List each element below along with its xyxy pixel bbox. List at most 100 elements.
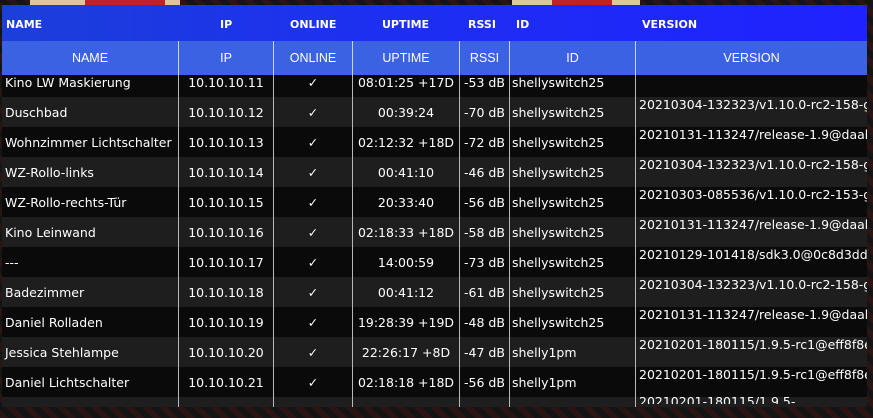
sticky-header-id[interactable]: ID	[516, 18, 529, 31]
column-header-rssi[interactable]: RSSI	[460, 41, 510, 75]
cell-ip: 10.10.10.21	[179, 367, 274, 397]
cell-online-check: ✓	[274, 97, 353, 127]
cell-name	[2, 397, 179, 407]
cell-id: shellyswitch25	[510, 127, 636, 157]
cell-uptime: 20:33:40	[353, 187, 460, 217]
cell-uptime: 02:18:33 +18D	[353, 217, 460, 247]
cell-id: shelly1pm	[510, 337, 636, 367]
table-row[interactable]: Duschbad 10.10.10.12 ✓ 00:39:24 -70 dB s…	[2, 97, 867, 127]
cell-rssi: -56 dB	[460, 367, 510, 397]
cell-name: Jessica Stehlampe	[2, 337, 179, 367]
cell-name: Badezimmer	[2, 277, 179, 307]
cell-id: shellyswitch25	[510, 187, 636, 217]
device-table-panel: NAME IP ONLINE UPTIME RSSI ID VERSION NA…	[2, 5, 867, 407]
column-header-version[interactable]: VERSION	[636, 41, 867, 75]
cell-uptime: 02:12:32 +18D	[353, 127, 460, 157]
cell-version: 20210304-132323/v1.10.0-rc2-158-ge6f2319…	[639, 97, 867, 112]
cell-rssi: -70 dB	[460, 97, 510, 127]
cell-online-check: ✓	[274, 367, 353, 397]
column-header-name[interactable]: NAME	[2, 41, 179, 75]
cell-version: 20210303-085536/v1.10.0-rc2-153-gd87589b…	[639, 187, 867, 202]
cell-ip: 10.10.10.17	[179, 247, 274, 277]
cell-name: Duschbad	[2, 97, 179, 127]
sticky-header-name[interactable]: NAME	[6, 18, 42, 31]
cell-id: shelly1pm	[510, 367, 636, 397]
cell-uptime: 00:41:10	[353, 157, 460, 187]
cell-uptime: 00:39:24	[353, 97, 460, 127]
cell-version: 20210129-101418/sdk3.0@0c8d3ddf+	[639, 247, 867, 262]
cell-rssi: -56 dB	[460, 187, 510, 217]
cell-ip: 10.10.10.18	[179, 277, 274, 307]
cell-id	[510, 397, 636, 407]
cell-uptime: 02:18:18 +18D	[353, 367, 460, 397]
cell-name: Daniel Rolladen	[2, 307, 179, 337]
cell-version: 20210201-180115/1.9.5-	[639, 394, 796, 404]
cell-online-check: ✓	[274, 247, 353, 277]
cell-name: WZ-Rollo-links	[2, 157, 179, 187]
cell-online-check: ✓	[274, 187, 353, 217]
table-row[interactable]: Wohnzimmer Lichtschalter 10.10.10.13 ✓ 0…	[2, 127, 867, 157]
cell-online-check: ✓	[274, 307, 353, 337]
column-header-ip[interactable]: IP	[179, 41, 274, 75]
table-row[interactable]: Daniel Rolladen 10.10.10.19 ✓ 19:28:39 +…	[2, 307, 867, 337]
sticky-header-rssi[interactable]: RSSI	[468, 18, 496, 31]
table-row[interactable]: Kino Leinwand 10.10.10.16 ✓ 02:18:33 +18…	[2, 217, 867, 247]
cell-id: shellyswitch25	[510, 247, 636, 277]
cell-ip: 10.10.10.16	[179, 217, 274, 247]
cell-ip: 10.10.10.12	[179, 97, 274, 127]
cell-version: 20210304-132323/v1.10.0-rc2-158-ge6f2319…	[639, 157, 867, 172]
cell-version: 20210201-180115/1.9.5-rc1@eff8f8e8	[639, 337, 867, 352]
cell-name: ---	[2, 247, 179, 277]
cell-name: WZ-Rollo-rechts-Tür	[2, 187, 179, 217]
sticky-header-online[interactable]: ONLINE	[290, 18, 336, 31]
cell-online-check: ✓	[274, 337, 353, 367]
cell-ip: 10.10.10.20	[179, 337, 274, 367]
cell-rssi: -47 dB	[460, 337, 510, 367]
cell-uptime: 22:26:17 +8D	[353, 337, 460, 367]
cell-online-check: ✓	[274, 127, 353, 157]
cell-ip	[179, 397, 274, 407]
cell-version: 20210131-113247/release-1.9@daab228d+	[639, 127, 867, 142]
cell-rssi: -73 dB	[460, 247, 510, 277]
cell-ip: 10.10.10.15	[179, 187, 274, 217]
table-body: Kino LW Maskierung 10.10.10.11 ✓ 08:01:2…	[2, 59, 867, 407]
cell-version: 20210304-132323/v1.10.0-rc2-158-ge6f2319…	[639, 277, 867, 292]
column-header-id[interactable]: ID	[510, 41, 636, 75]
table-row[interactable]: Daniel Lichtschalter 10.10.10.21 ✓ 02:18…	[2, 367, 867, 397]
cell-uptime: 19:28:39 +19D	[353, 307, 460, 337]
cell-id: shellyswitch25	[510, 307, 636, 337]
cell-uptime: 00:41:12	[353, 277, 460, 307]
table-row[interactable]: WZ-Rollo-rechts-Tür 10.10.10.15 ✓ 20:33:…	[2, 187, 867, 217]
cell-online-check: ✓	[274, 217, 353, 247]
cell-ip: 10.10.10.19	[179, 307, 274, 337]
cell-rssi: -61 dB	[460, 277, 510, 307]
sticky-table-header: NAME IP ONLINE UPTIME RSSI ID VERSION	[2, 5, 867, 41]
table-row[interactable]: WZ-Rollo-links 10.10.10.14 ✓ 00:41:10 -4…	[2, 157, 867, 187]
table-row[interactable]: --- 10.10.10.17 ✓ 14:00:59 -73 dB shelly…	[2, 247, 867, 277]
cell-id: shellyswitch25	[510, 97, 636, 127]
sticky-header-version[interactable]: VERSION	[642, 18, 697, 31]
cell-name: Daniel Lichtschalter	[2, 367, 179, 397]
column-header-uptime[interactable]: UPTIME	[353, 41, 460, 75]
table-row[interactable]: 20210201-180115/1.9.5-	[2, 394, 867, 407]
cell-rssi: -46 dB	[460, 157, 510, 187]
cell-version: 20210131-113247/release-1.9@daab228d+	[639, 217, 867, 232]
cell-name: Kino Leinwand	[2, 217, 179, 247]
table-row[interactable]: Jessica Stehlampe 10.10.10.20 ✓ 22:26:17…	[2, 337, 867, 367]
cell-id: shellyswitch25	[510, 157, 636, 187]
sticky-header-ip[interactable]: IP	[220, 18, 232, 31]
cell-id: shellyswitch25	[510, 277, 636, 307]
cell-uptime: 14:00:59	[353, 247, 460, 277]
cell-online-check: ✓	[274, 277, 353, 307]
cell-rssi	[460, 397, 510, 407]
sticky-header-uptime[interactable]: UPTIME	[382, 18, 429, 31]
cell-online-check	[274, 397, 353, 407]
cell-ip: 10.10.10.14	[179, 157, 274, 187]
table-row[interactable]: Badezimmer 10.10.10.18 ✓ 00:41:12 -61 dB…	[2, 277, 867, 307]
cell-version: 20210131-113247/release-1.9@daab228d+	[639, 307, 867, 322]
column-header-online[interactable]: ONLINE	[274, 41, 353, 75]
cell-name: Wohnzimmer Lichtschalter	[2, 127, 179, 157]
cell-online-check: ✓	[274, 157, 353, 187]
cell-rssi: -48 dB	[460, 307, 510, 337]
cell-version: 20210201-180115/1.9.5-rc1@eff8f8e8	[639, 367, 867, 382]
